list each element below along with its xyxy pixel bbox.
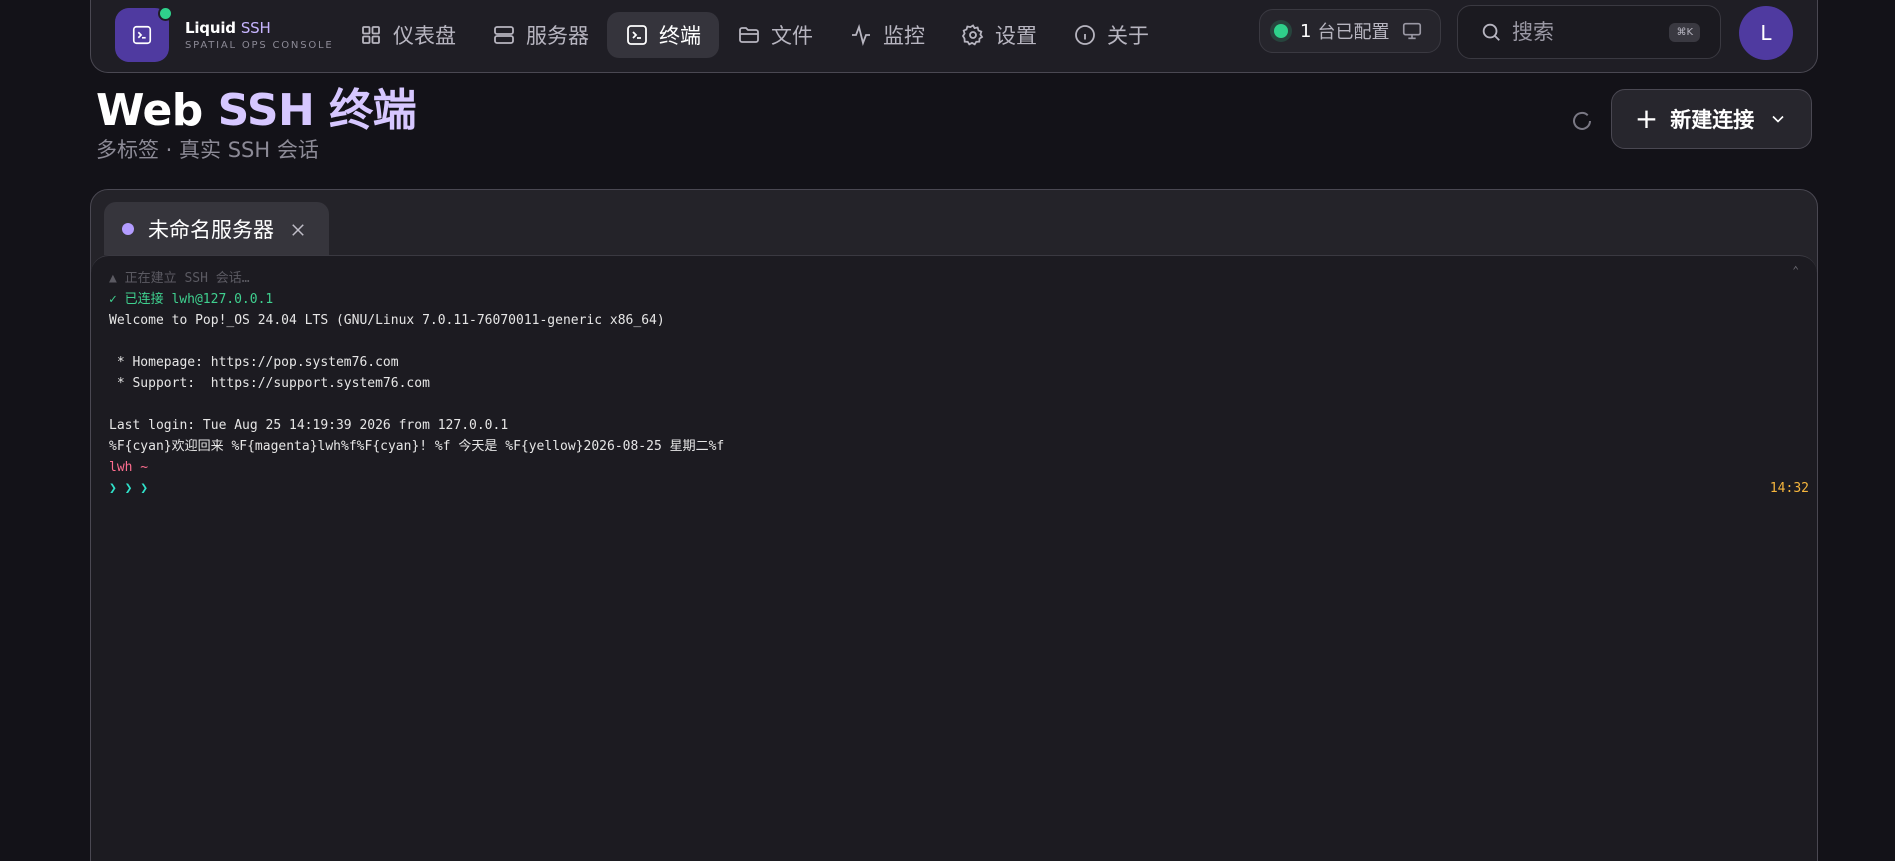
nav-item-about[interactable]: 关于 bbox=[1055, 12, 1167, 58]
nav-item-monitor[interactable]: 监控 bbox=[831, 12, 943, 58]
monitor-icon bbox=[1403, 22, 1422, 40]
terminal-line: Welcome to Pop!_OS 24.04 LTS (GNU/Linux … bbox=[109, 313, 665, 328]
terminal-line: Last login: Tue Aug 25 14:19:39 2026 fro… bbox=[109, 418, 509, 433]
terminal-output[interactable]: ⌃ ▲ 正在建立 SSH 会话… ✓ 已连接 lwh@127.0.0.1 Wel… bbox=[91, 255, 1817, 861]
user-avatar[interactable]: L bbox=[1739, 6, 1793, 60]
online-status-dot bbox=[158, 6, 173, 21]
brand-subtitle: SPATIAL OPS CONSOLE bbox=[185, 40, 334, 51]
nav-label: 仪表盘 bbox=[393, 24, 456, 48]
brand[interactable]: Liquid SSH SPATIAL OPS CONSOLE bbox=[115, 6, 341, 62]
main-nav: 仪表盘 服务器 终端 文件 监控 设置 关于 bbox=[341, 12, 1167, 58]
server-icon bbox=[494, 26, 514, 44]
chevron-down-icon[interactable] bbox=[1768, 109, 1788, 129]
terminal-line: ▲ 正在建立 SSH 会话… bbox=[109, 271, 250, 286]
terminal-prompt[interactable]: ❯ ❯ ❯ bbox=[109, 478, 1799, 499]
config-count: 1 bbox=[1300, 20, 1312, 42]
grid-icon bbox=[362, 26, 380, 44]
folder-icon bbox=[739, 27, 759, 43]
nav-label: 设置 bbox=[995, 24, 1037, 48]
new-connection-label: 新建连接 bbox=[1670, 108, 1755, 132]
terminal-line: %F{cyan}欢迎回来 %F{magenta}lwh%f%F{cyan}! %… bbox=[109, 439, 725, 454]
activity-icon bbox=[852, 23, 870, 47]
nav-item-files[interactable]: 文件 bbox=[719, 12, 831, 58]
gear-icon bbox=[961, 24, 984, 46]
page-subtitle: 多标签 · 真实 SSH 会话 bbox=[96, 138, 319, 162]
terminal-logo-icon bbox=[115, 6, 173, 62]
tab-status-dot bbox=[122, 222, 134, 235]
page-title: Web SSH 终端 bbox=[96, 85, 417, 136]
close-icon[interactable] bbox=[289, 220, 307, 238]
tab-label: 未命名服务器 bbox=[148, 217, 274, 242]
nav-item-terminal[interactable]: 终端 bbox=[607, 12, 719, 58]
nav-label: 文件 bbox=[771, 24, 813, 48]
terminal-line: * Homepage: https://pop.system76.com bbox=[109, 355, 399, 370]
configured-servers-pill[interactable]: 1 台已配置 bbox=[1259, 9, 1441, 53]
nav-label: 终端 bbox=[659, 24, 701, 48]
terminal-icon bbox=[627, 25, 647, 45]
nav-item-settings[interactable]: 设置 bbox=[943, 12, 1055, 58]
terminal-line: lwh ~ bbox=[109, 460, 149, 475]
search-input[interactable] bbox=[1512, 20, 1662, 44]
terminal-line: * Support: https://support.system76.com bbox=[109, 376, 430, 391]
status-dot bbox=[1274, 24, 1288, 38]
nav-label: 关于 bbox=[1107, 24, 1149, 48]
terminal-clock: 14:32 bbox=[1769, 481, 1809, 496]
search-box[interactable]: ⌘K bbox=[1457, 5, 1721, 59]
refresh-icon[interactable] bbox=[1570, 109, 1594, 133]
terminal-line: ✓ 已连接 lwh@127.0.0.1 bbox=[109, 292, 274, 307]
session-tab[interactable]: 未命名服务器 bbox=[104, 202, 329, 255]
nav-label: 服务器 bbox=[526, 24, 589, 48]
config-label: 台已配置 bbox=[1317, 22, 1390, 43]
search-icon bbox=[1482, 23, 1500, 41]
plus-icon: + bbox=[1634, 102, 1659, 135]
nav-item-dashboard[interactable]: 仪表盘 bbox=[341, 12, 474, 58]
new-connection-button[interactable]: + 新建连接 bbox=[1611, 89, 1812, 149]
top-nav-bar: Liquid SSH SPATIAL OPS CONSOLE 仪表盘 服务器 终… bbox=[90, 0, 1818, 73]
search-shortcut-badge: ⌘K bbox=[1669, 22, 1700, 42]
nav-label: 监控 bbox=[883, 24, 925, 48]
brand-name: Liquid SSH bbox=[185, 19, 271, 37]
scroll-indicator: ⌃ bbox=[1792, 264, 1799, 277]
nav-item-servers[interactable]: 服务器 bbox=[474, 12, 607, 58]
terminal-panel: 未命名服务器 ⌃ ▲ 正在建立 SSH 会话… ✓ 已连接 lwh@127.0.… bbox=[90, 189, 1818, 861]
info-icon bbox=[1075, 25, 1095, 45]
